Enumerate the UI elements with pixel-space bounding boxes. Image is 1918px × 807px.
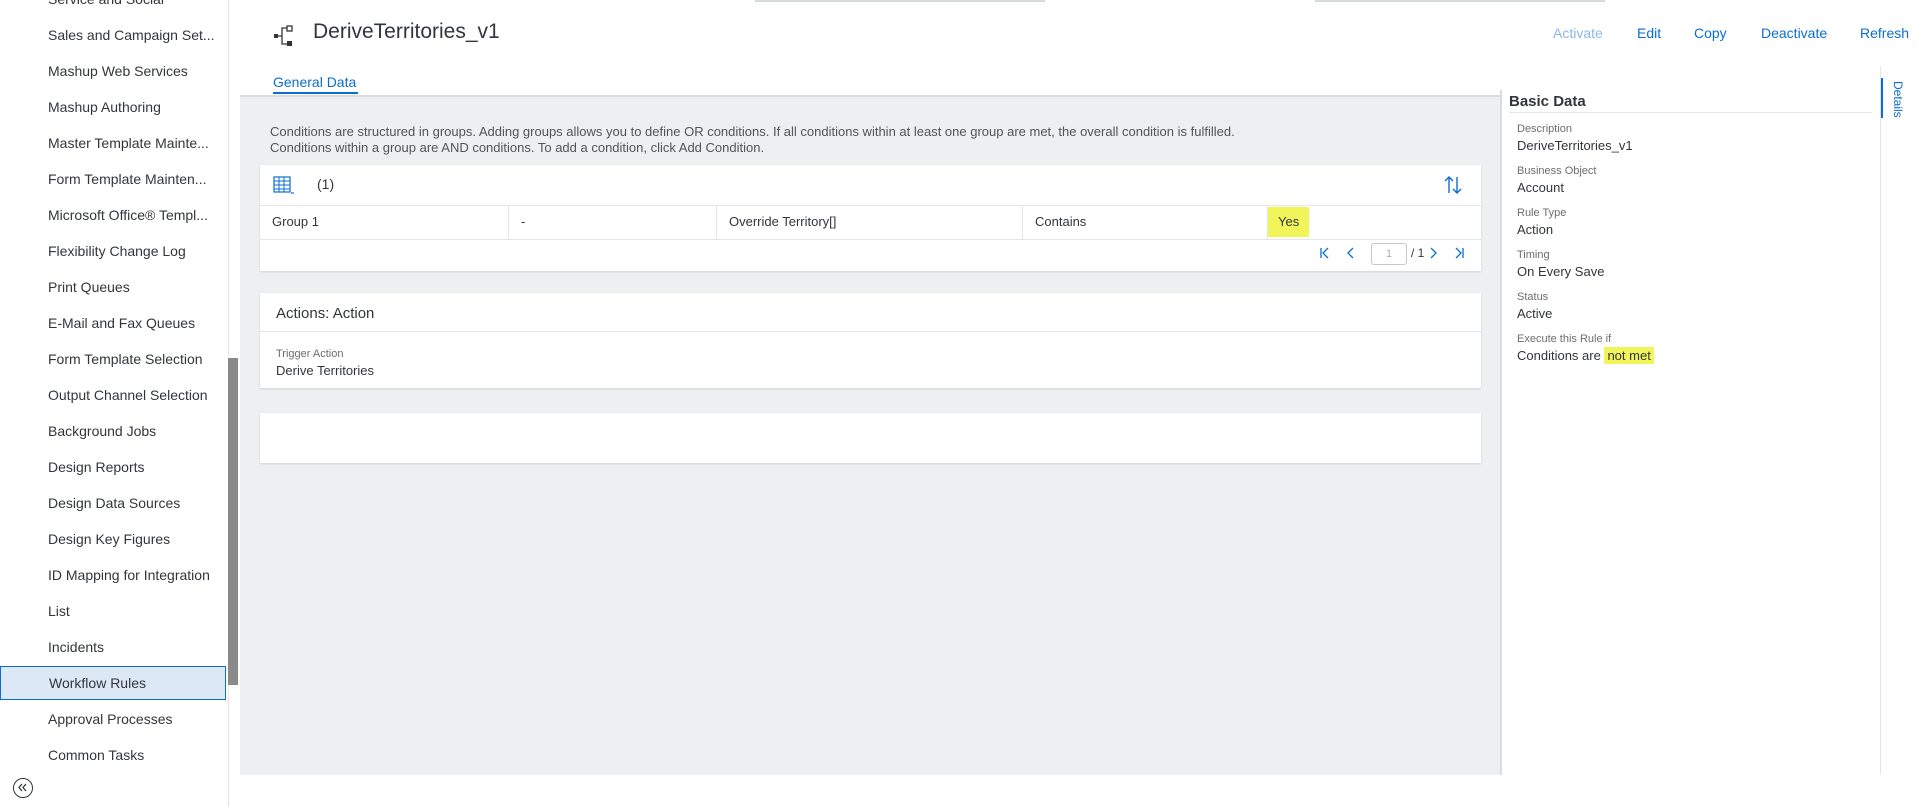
page-number-input[interactable]: 1 — [1371, 243, 1407, 265]
details-divider — [1509, 112, 1872, 113]
first-page-icon[interactable] — [1317, 245, 1333, 261]
value-highlight: Yes — [1268, 207, 1310, 237]
status-value: Active — [1517, 306, 1553, 321]
actions-divider — [260, 331, 1481, 332]
actions-panel: Actions: Action Trigger Action Derive Te… — [260, 293, 1481, 388]
sidebar-scrollbar[interactable] — [228, 358, 238, 685]
top-indicator — [755, 0, 1045, 2]
sidebar-item[interactable]: Sales and Campaign Set... — [0, 18, 226, 52]
page-title: DeriveTerritories_v1 — [313, 20, 500, 43]
info-line: Conditions within a group are AND condit… — [270, 140, 765, 155]
conditions-toolbar: (1) — [260, 165, 1481, 206]
activate-button[interactable]: Activate — [1553, 25, 1603, 41]
info-line: Conditions are structured in groups. Add… — [270, 124, 1235, 139]
status-label: Status — [1517, 291, 1549, 303]
field-cell: Override Territory[] — [717, 205, 1023, 239]
workflow-rule-icon — [274, 25, 293, 46]
details-tab-strip: Details — [1880, 66, 1918, 775]
conditions-count: (1) — [317, 176, 335, 192]
pagination: 1 / 1 — [1317, 243, 1467, 267]
top-indicator — [1315, 0, 1605, 2]
details-panel: Basic Data Description DeriveTerritories… — [1500, 90, 1882, 775]
dash-cell: - — [509, 205, 717, 239]
trigger-action-label: Trigger Action — [276, 348, 344, 360]
sidebar-item[interactable]: Master Template Mainte... — [0, 126, 226, 160]
last-page-icon[interactable] — [1451, 245, 1467, 261]
group-cell: Group 1 — [260, 205, 509, 239]
sidebar-item[interactable]: Workflow Rules — [0, 666, 226, 700]
tab-general-data[interactable]: General Data — [273, 74, 356, 90]
business-object-label: Business Object — [1517, 165, 1597, 177]
rule-type-value: Action — [1517, 222, 1554, 237]
description-value: DeriveTerritories_v1 — [1517, 138, 1633, 153]
trigger-action-value: Derive Territories — [276, 363, 375, 378]
table-row[interactable]: Group 1 - Override Territory[] Contains … — [260, 205, 1481, 240]
collapse-sidebar-button[interactable] — [13, 778, 33, 798]
table-grid-icon[interactable] — [273, 175, 295, 195]
sidebar-item[interactable]: Design Data Sources — [0, 486, 226, 520]
details-tab-indicator — [1881, 78, 1883, 118]
sidebar-item[interactable]: ID Mapping for Integration — [0, 558, 226, 592]
refresh-button[interactable]: Refresh — [1860, 25, 1909, 41]
execute-value: Conditions are not met — [1517, 347, 1654, 364]
value-cell: Yes — [1268, 205, 1481, 239]
copy-button[interactable]: Copy — [1694, 25, 1727, 41]
deactivate-button[interactable]: Deactivate — [1761, 25, 1827, 41]
edit-button[interactable]: Edit — [1637, 25, 1661, 41]
sidebar-item[interactable]: Flexibility Change Log — [0, 234, 226, 268]
next-page-icon[interactable] — [1425, 245, 1441, 261]
conditions-info-text: Conditions are structured in groups. Add… — [270, 124, 1390, 156]
sidebar-item[interactable]: Microsoft Office® Templ... — [0, 198, 226, 232]
sidebar-item[interactable]: Print Queues — [0, 270, 226, 304]
active-tab-indicator — [273, 92, 358, 94]
sort-icon[interactable] — [1442, 174, 1464, 196]
main-content: Conditions are structured in groups. Add… — [240, 97, 1500, 775]
details-title: Basic Data — [1509, 93, 1586, 110]
rule-type-label: Rule Type — [1517, 207, 1567, 219]
sidebar-item[interactable]: List — [0, 594, 226, 628]
sidebar-item[interactable]: Design Reports — [0, 450, 226, 484]
double-chevron-left-icon — [18, 783, 27, 792]
description-label: Description — [1517, 123, 1573, 135]
sidebar-item[interactable]: Service and Social — [0, 0, 226, 16]
sidebar: Service and Social Sales and Campaign Set… — [0, 0, 229, 807]
business-object-value: Account — [1517, 180, 1564, 195]
sidebar-item[interactable]: Approval Processes — [0, 702, 226, 736]
execute-label: Execute this Rule if — [1517, 333, 1612, 345]
sidebar-item[interactable]: Mashup Web Services — [0, 54, 226, 88]
sidebar-item[interactable]: Form Template Selection — [0, 342, 226, 376]
page-total: / 1 — [1411, 246, 1425, 260]
sidebar-item[interactable]: Form Template Mainten... — [0, 162, 226, 196]
sidebar-item[interactable]: Common Tasks — [0, 738, 226, 772]
sidebar-item[interactable]: Design Key Figures — [0, 522, 226, 556]
sidebar-item[interactable]: Output Channel Selection — [0, 378, 226, 412]
actions-title: Actions: Action — [276, 305, 375, 322]
empty-panel — [260, 413, 1481, 463]
sidebar-item[interactable]: E-Mail and Fax Queues — [0, 306, 226, 340]
sidebar-item[interactable]: Background Jobs — [0, 414, 226, 448]
execute-prefix: Conditions are — [1517, 348, 1601, 363]
operator-cell: Contains — [1023, 205, 1268, 239]
tab-details[interactable]: Details — [1891, 81, 1905, 118]
conditions-table: (1) Group 1 - Override Territory[] Conta… — [260, 165, 1481, 271]
sidebar-item[interactable]: Incidents — [0, 630, 226, 664]
execute-highlight: not met — [1604, 347, 1654, 364]
previous-page-icon[interactable] — [1343, 245, 1359, 261]
timing-value: On Every Save — [1517, 264, 1605, 279]
object-header: DeriveTerritories_v1 Activate Edit Copy … — [240, 0, 1918, 97]
timing-label: Timing — [1517, 249, 1550, 261]
sidebar-item[interactable]: Mashup Authoring — [0, 90, 226, 124]
